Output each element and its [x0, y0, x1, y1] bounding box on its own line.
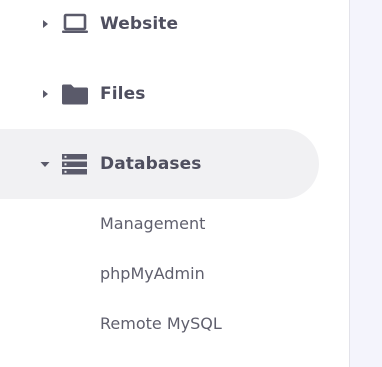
sidebar-item-files[interactable]: Files	[0, 59, 319, 129]
sidebar-item-label: Website	[100, 14, 179, 34]
caret-down-icon[interactable]	[40, 159, 50, 169]
sidebar-item-website[interactable]: Website	[0, 0, 319, 59]
sidebar: Website Files Databases Management phpMy…	[0, 0, 350, 367]
submenu-item-phpmyadmin[interactable]: phpMyAdmin	[100, 264, 205, 284]
laptop-icon	[62, 13, 88, 33]
caret-right-icon[interactable]	[40, 89, 50, 99]
main-content-area	[350, 0, 382, 367]
submenu-item-management[interactable]: Management	[100, 214, 205, 234]
database-icon	[62, 154, 87, 175]
folder-icon	[62, 84, 88, 105]
sidebar-item-label: Files	[100, 84, 146, 104]
submenu-item-remote-mysql[interactable]: Remote MySQL	[100, 314, 222, 334]
sidebar-item-databases[interactable]: Databases	[0, 129, 319, 199]
sidebar-item-label: Databases	[100, 154, 202, 174]
caret-right-icon[interactable]	[40, 19, 50, 29]
